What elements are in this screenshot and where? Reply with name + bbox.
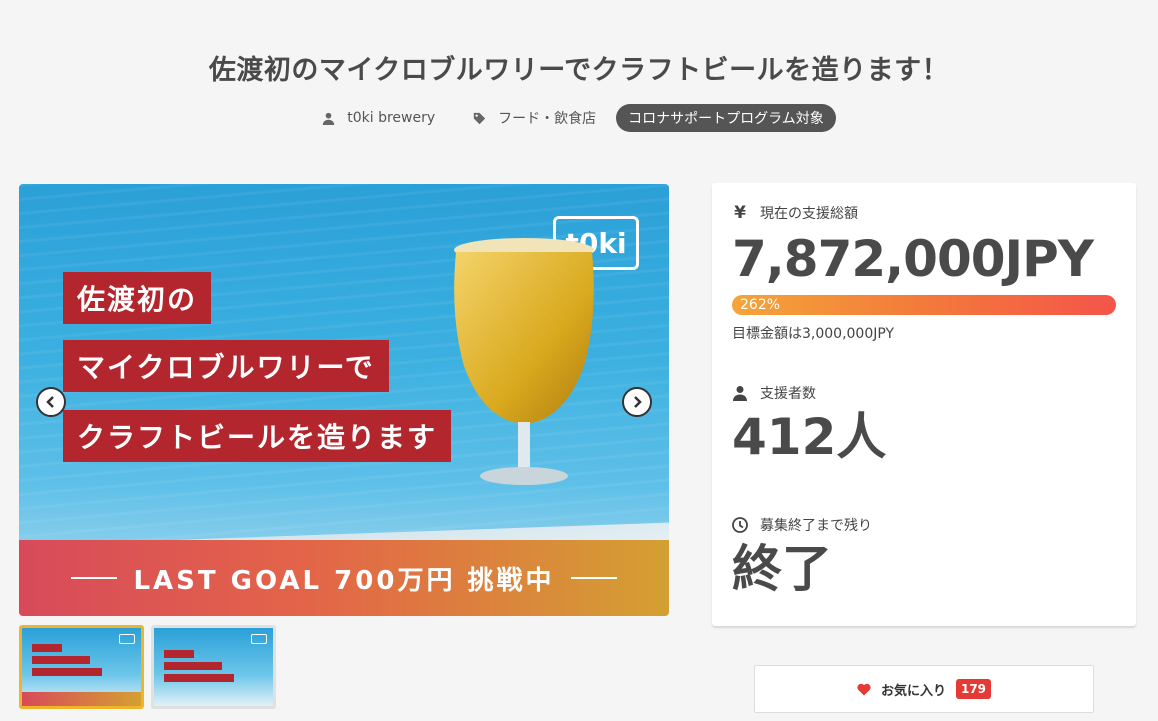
program-badge[interactable]: コロナサポートプログラム対象 xyxy=(616,104,836,132)
favorite-button[interactable]: お気に入り 179 xyxy=(754,665,1094,713)
goal-banner: LAST GOAL 700万円 挑戦中 xyxy=(19,540,669,616)
banner-line-2: マイクロブルワリーで xyxy=(63,340,389,392)
supporters-block: 支援者数 412人 xyxy=(732,383,886,467)
amount-label-row: ¥ 現在の支援総額 xyxy=(732,203,1116,223)
supporters-count: 412人 xyxy=(732,408,887,466)
slider-next-button[interactable] xyxy=(622,387,652,417)
thumbnail-list xyxy=(19,625,276,709)
slider-prev-button[interactable] xyxy=(36,387,66,417)
chevron-left-icon xyxy=(46,396,54,408)
project-title: 佐渡初のマイクロブルワリーでクラフトビールを造ります！ xyxy=(208,55,950,86)
amount-label: 現在の支援総額 xyxy=(760,206,858,222)
goal-banner-text: LAST GOAL 700万円 挑戦中 xyxy=(133,565,555,596)
yen-icon: ¥ xyxy=(734,203,746,223)
category-link[interactable]: フード・飲食店 xyxy=(473,108,596,128)
banner-line-3: クラフトビールを造ります xyxy=(63,410,452,462)
remaining-label: 募集終了まで残り xyxy=(760,518,872,534)
chevron-right-icon xyxy=(634,396,642,408)
heart-icon xyxy=(857,683,871,695)
banner-line-1: 佐渡初の xyxy=(63,272,212,324)
remaining-value: 終了 xyxy=(732,540,832,598)
remaining-block: 募集終了まで残り 終了 xyxy=(732,515,872,599)
category-name: フード・飲食店 xyxy=(498,111,597,127)
amount-value: 7,872,000JPY xyxy=(732,230,1094,288)
supporters-label: 支援者数 xyxy=(760,386,816,402)
clock-icon xyxy=(732,517,748,533)
progress-label: 262% xyxy=(740,297,781,313)
stats-card: ¥ 現在の支援総額 7,872,000JPY 262% 目標金額は3,000,0… xyxy=(712,183,1136,626)
thumbnail-2[interactable] xyxy=(151,625,276,709)
funding-progress-bar: 262% xyxy=(732,295,1116,315)
user-icon xyxy=(323,112,335,125)
image-slider[interactable]: t0ki 佐渡初の マイクロブルワリーで クラフトビールを造ります LAST G… xyxy=(19,184,669,616)
beer-glass-image xyxy=(454,238,594,485)
owner-name: t0ki brewery xyxy=(347,110,436,126)
tag-icon xyxy=(473,112,486,124)
project-meta: t0ki brewery フード・飲食店 コロナサポートプログラム対象 xyxy=(0,104,1158,132)
thumbnail-1[interactable] xyxy=(19,625,144,709)
goal-amount-text: 目標金額は3,000,000JPY xyxy=(732,326,895,342)
owner-link[interactable]: t0ki brewery xyxy=(322,110,435,126)
user-icon xyxy=(733,386,747,401)
favorite-count: 179 xyxy=(955,679,992,699)
favorite-label: お気に入り xyxy=(880,683,946,699)
